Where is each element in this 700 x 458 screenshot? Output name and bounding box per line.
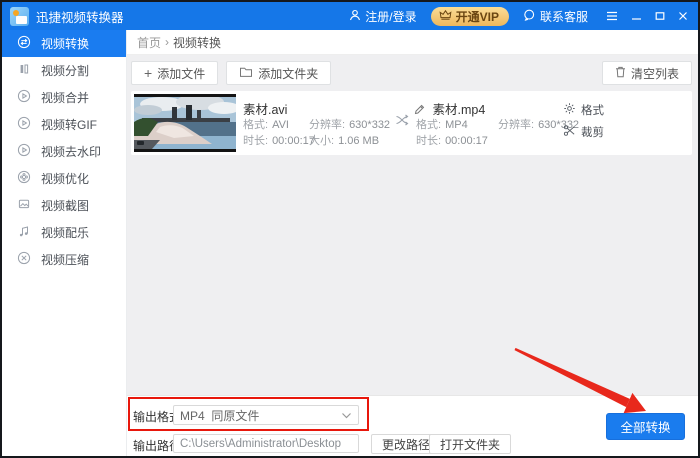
chevron-down-icon bbox=[342, 412, 351, 418]
convert-all-button[interactable]: 全部转换 bbox=[606, 413, 685, 440]
music-note-icon bbox=[17, 224, 31, 241]
scissors-icon bbox=[563, 124, 576, 140]
file-row[interactable]: 素材.avi 格式: AVI 分辨率: 630*332 时长: 00:00:17 大小… bbox=[131, 91, 692, 155]
sidebar-item-video-music[interactable]: 视频配乐 bbox=[2, 219, 126, 246]
film-reel-icon bbox=[17, 170, 31, 187]
sidebar-item-video-screenshot[interactable]: 视频截图 bbox=[2, 192, 126, 219]
target-resolution-label: 分辨率: bbox=[498, 119, 535, 131]
source-size-label: 大小: bbox=[309, 135, 335, 147]
breadcrumb: 首页 › 视频转换 bbox=[127, 30, 698, 55]
source-resolution-value: 630*332 bbox=[349, 119, 391, 131]
sidebar-item-video-split[interactable]: 视频分割 bbox=[2, 57, 126, 84]
gear-icon bbox=[563, 102, 576, 118]
sidebar-item-video-remove-watermark[interactable]: 视频去水印 bbox=[2, 138, 126, 165]
chat-icon bbox=[523, 9, 536, 24]
target-duration-value: 00:00:17 bbox=[445, 135, 488, 147]
app-logo-icon bbox=[10, 6, 29, 26]
sidebar-item-video-optimize[interactable]: 视频优化 bbox=[2, 165, 126, 192]
trash-icon bbox=[615, 66, 626, 81]
title-bar: 迅捷视频转换器 注册/登录 开通VIP 联系客服 bbox=[2, 2, 698, 30]
image-icon bbox=[17, 197, 31, 214]
minimize-button[interactable] bbox=[631, 11, 642, 21]
login-button[interactable]: 注册/登录 bbox=[349, 8, 417, 25]
sidebar-item-video-merge[interactable]: 视频合并 bbox=[2, 84, 126, 111]
target-file-name: 素材.mp4 bbox=[432, 103, 486, 117]
sidebar-item-video-to-gif[interactable]: 视频转GIF bbox=[2, 111, 126, 138]
target-format-value: MP4 bbox=[445, 119, 468, 131]
source-duration-label: 时长: bbox=[243, 135, 269, 147]
swap-arrows-icon bbox=[395, 114, 409, 129]
source-resolution-label: 分辨率: bbox=[309, 119, 346, 131]
video-thumbnail bbox=[134, 94, 236, 152]
file-list-area: + 添加文件 添加文件夹 清空列表 素材.avi 格式: AVI 分辨率: 63… bbox=[127, 55, 698, 395]
maximize-button[interactable] bbox=[655, 11, 665, 21]
source-format-label: 格式: bbox=[243, 119, 269, 131]
sidebar: 视频转换 视频分割 视频合并 视频转GIF 视频去水印 视频优化 视频截图 视频… bbox=[2, 30, 127, 456]
edit-pencil-icon[interactable] bbox=[414, 104, 425, 115]
user-icon bbox=[349, 9, 361, 24]
compress-icon bbox=[17, 251, 31, 268]
app-window: 迅捷视频转换器 注册/登录 开通VIP 联系客服 视频转换 视频分割 视频合并 … bbox=[0, 0, 700, 458]
target-duration-label: 时长: bbox=[416, 135, 442, 147]
output-format-select[interactable]: MP4 同原文件 bbox=[173, 405, 359, 425]
support-button[interactable]: 联系客服 bbox=[523, 8, 588, 25]
output-path-input[interactable] bbox=[173, 434, 359, 453]
target-format-label: 格式: bbox=[416, 119, 442, 131]
breadcrumb-home[interactable]: 首页 bbox=[137, 34, 161, 51]
play-circle-icon bbox=[17, 89, 31, 106]
convert-icon bbox=[17, 35, 31, 52]
add-file-button[interactable]: + 添加文件 bbox=[131, 61, 219, 85]
sidebar-item-video-compress[interactable]: 视频压缩 bbox=[2, 246, 126, 273]
clear-list-button[interactable]: 清空列表 bbox=[601, 61, 692, 85]
play-circle-icon bbox=[17, 116, 31, 133]
source-size-value: 1.06 MB bbox=[338, 135, 380, 147]
output-panel: 输出格式 MP4 同原文件 输出路径 更改路径 打开文件夹 全部转换 bbox=[127, 395, 698, 456]
plus-icon: + bbox=[144, 65, 153, 81]
app-title: 迅捷视频转换器 bbox=[36, 10, 124, 25]
breadcrumb-current: 视频转换 bbox=[173, 35, 222, 50]
source-format-value: AVI bbox=[272, 119, 289, 131]
crown-icon bbox=[439, 9, 452, 23]
close-button[interactable] bbox=[678, 11, 688, 21]
sidebar-item-video-convert[interactable]: 视频转换 bbox=[2, 30, 126, 57]
vip-button[interactable]: 开通VIP bbox=[430, 6, 509, 26]
play-circle-icon bbox=[17, 143, 31, 160]
folder-icon bbox=[239, 66, 253, 81]
row-crop-button[interactable]: 裁剪 bbox=[563, 124, 604, 140]
split-icon bbox=[17, 62, 31, 79]
add-folder-button[interactable]: 添加文件夹 bbox=[226, 61, 332, 85]
open-folder-button[interactable]: 打开文件夹 bbox=[429, 434, 512, 454]
row-format-button[interactable]: 格式 bbox=[563, 102, 604, 118]
menu-icon[interactable] bbox=[606, 11, 618, 21]
